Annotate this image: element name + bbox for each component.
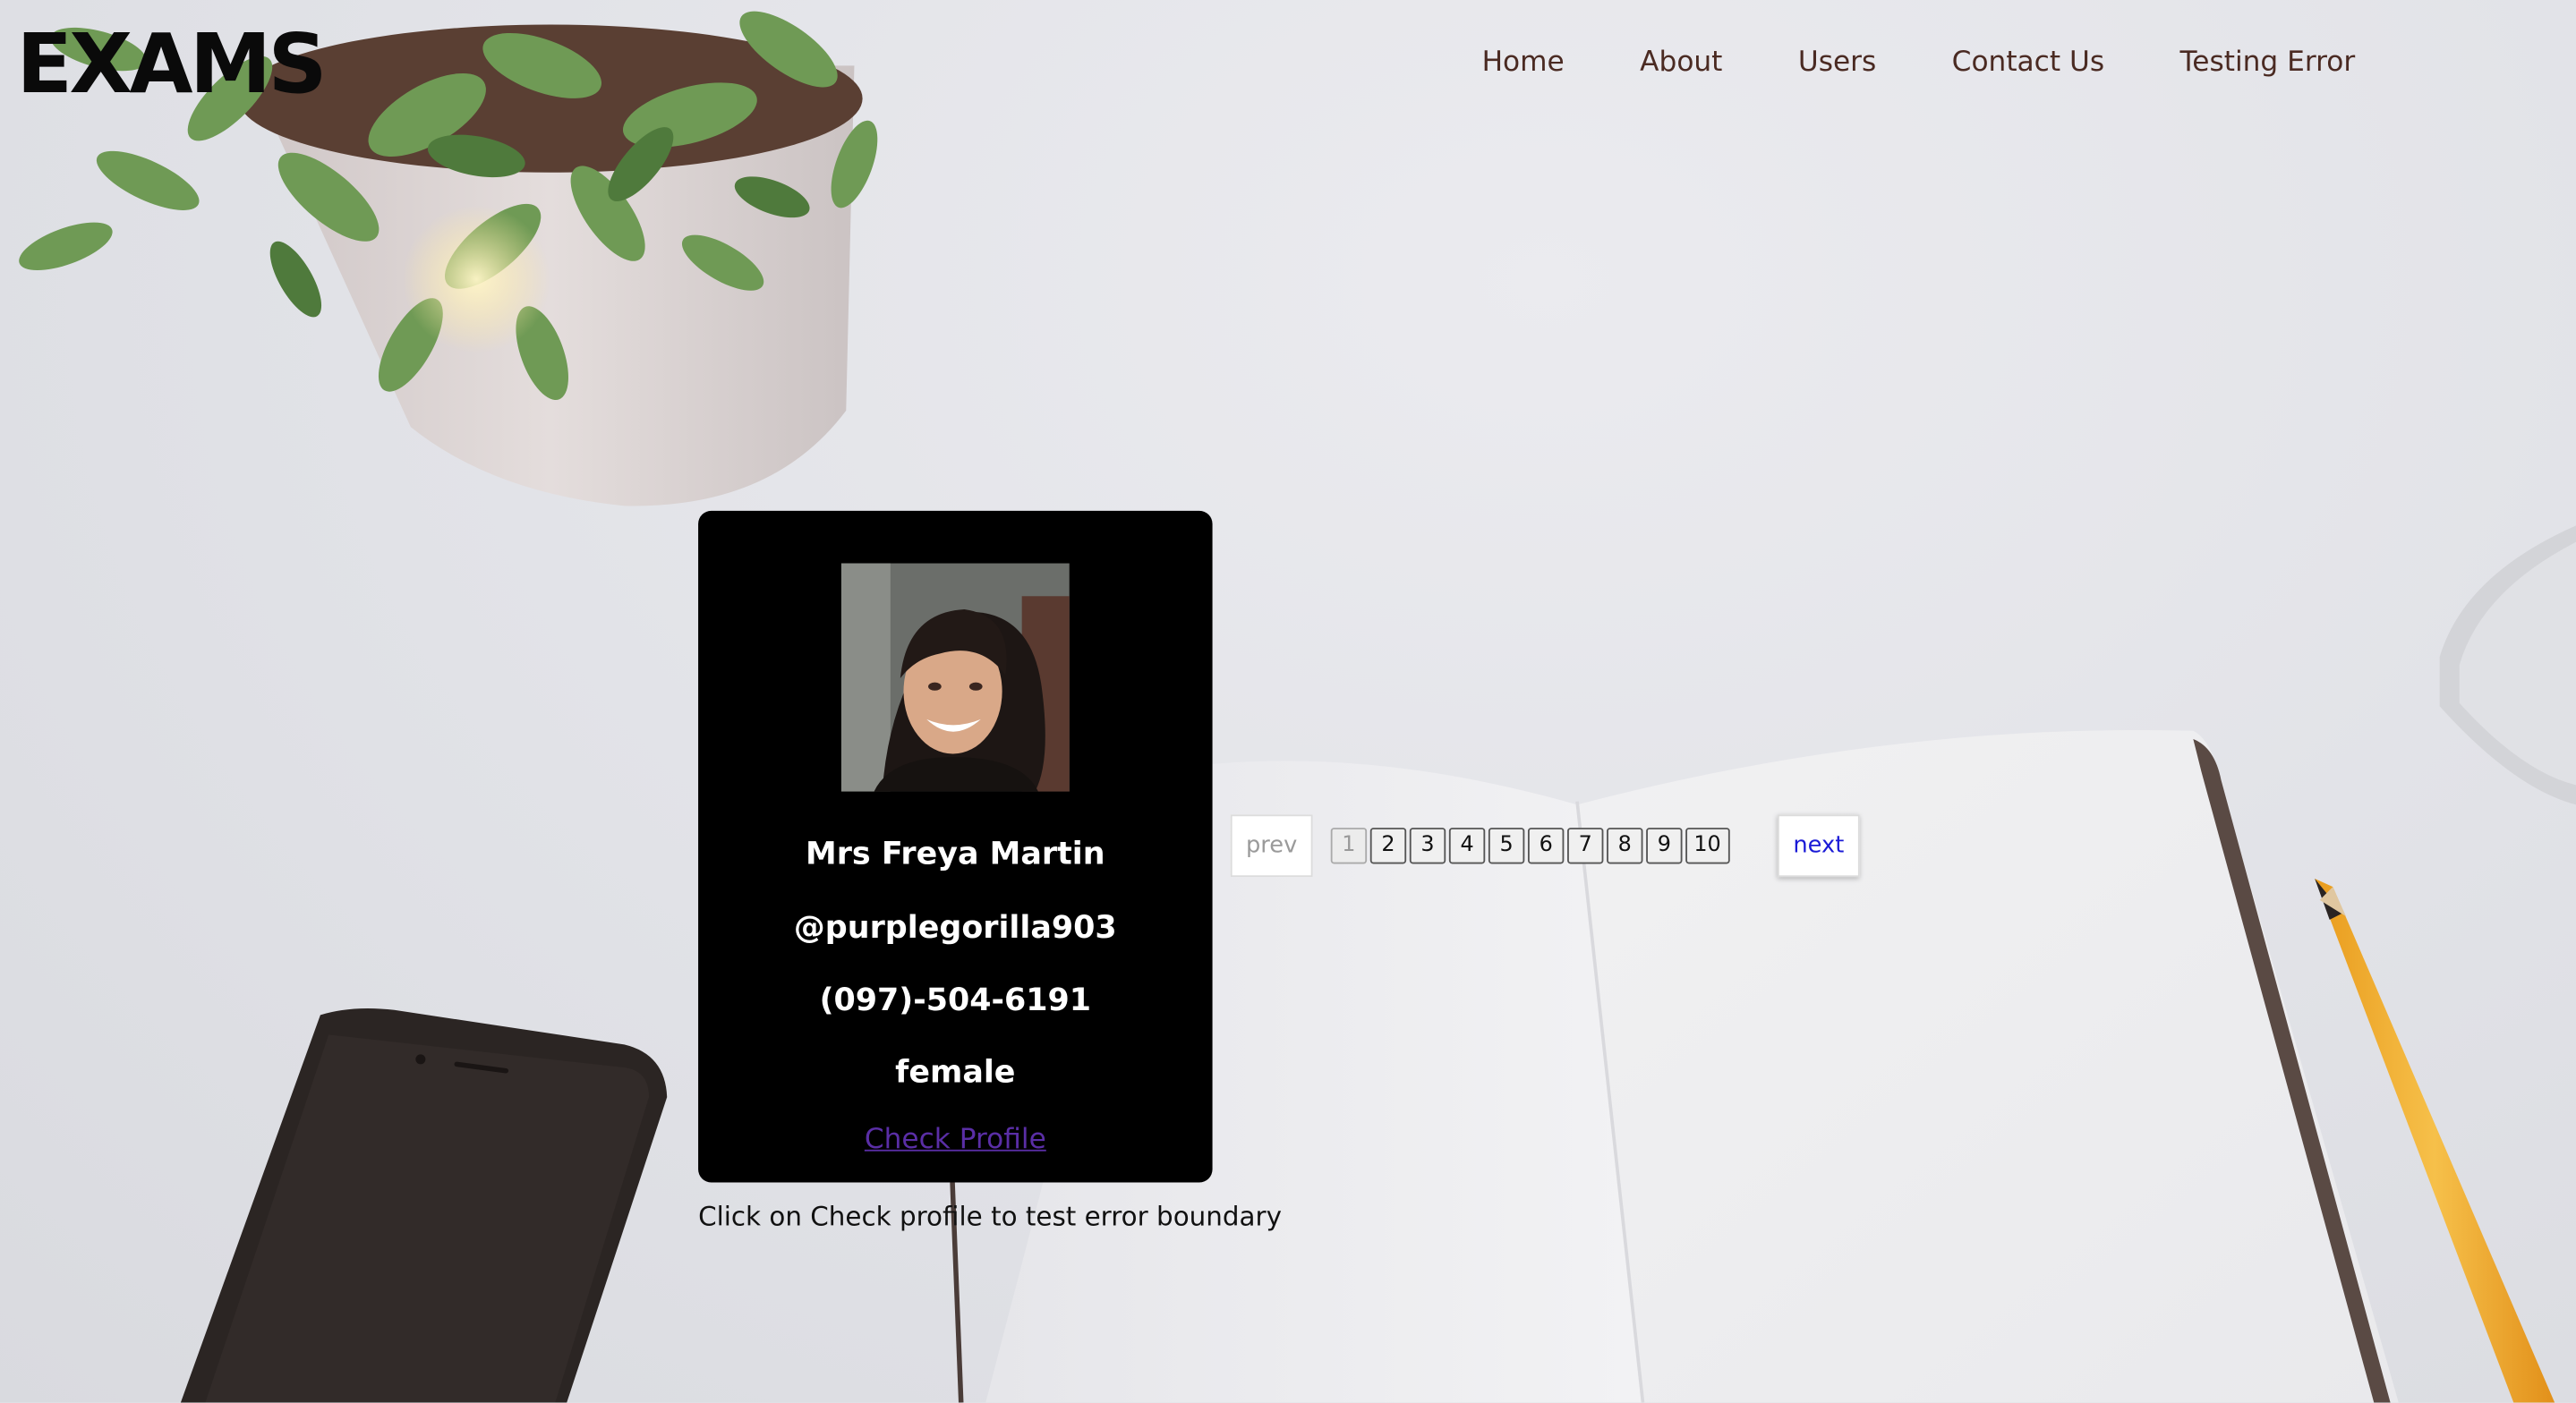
prev-page-button[interactable]: prev [1230,814,1313,878]
nav-users[interactable]: Users [1798,45,1876,81]
check-profile-link[interactable]: Check Profile [698,1122,1212,1158]
page: EXAMS Home About Users Contact Us Testin… [0,0,2576,1403]
page-button-8[interactable]: 8 [1607,828,1643,864]
nav-testing-error[interactable]: Testing Error [2180,45,2356,81]
desk-background-image [19,11,2576,1403]
nav-contact-us[interactable]: Contact Us [1952,45,2104,81]
page-number-list: 1 2 3 4 5 6 7 8 9 10 [1330,828,1733,864]
main-nav: Home About Users Contact Us Testing Erro… [1482,45,2431,81]
user-name: Mrs Freya Martin [806,836,1105,872]
page-button-1[interactable]: 1 [1330,828,1368,864]
page-button-9[interactable]: 9 [1646,828,1683,864]
next-page-button[interactable]: next [1777,814,1860,878]
page-button-2[interactable]: 2 [1369,828,1407,864]
user-gender: female [895,1054,1016,1091]
page-button-7[interactable]: 7 [1567,828,1604,864]
page-button-6[interactable]: 6 [1527,828,1565,864]
user-phone: (097)-504-6191 [819,982,1092,1018]
page-button-3[interactable]: 3 [1409,828,1446,864]
page-button-4[interactable]: 4 [1448,828,1486,864]
user-username: @purplegorilla903 [793,909,1117,947]
page-button-10[interactable]: 10 [1685,828,1729,864]
page-button-5[interactable]: 5 [1488,828,1525,864]
user-photo-icon [840,563,1070,792]
site-logo[interactable]: EXAMS [16,13,327,115]
nav-home[interactable]: Home [1482,45,1565,81]
nav-about[interactable]: About [1640,45,1722,81]
error-boundary-hint: Click on Check profile to test error bou… [698,1200,1282,1232]
user-card: Mrs Freya Martin @purplegorilla903 (097)… [698,510,1213,1183]
user-avatar [840,563,1070,792]
